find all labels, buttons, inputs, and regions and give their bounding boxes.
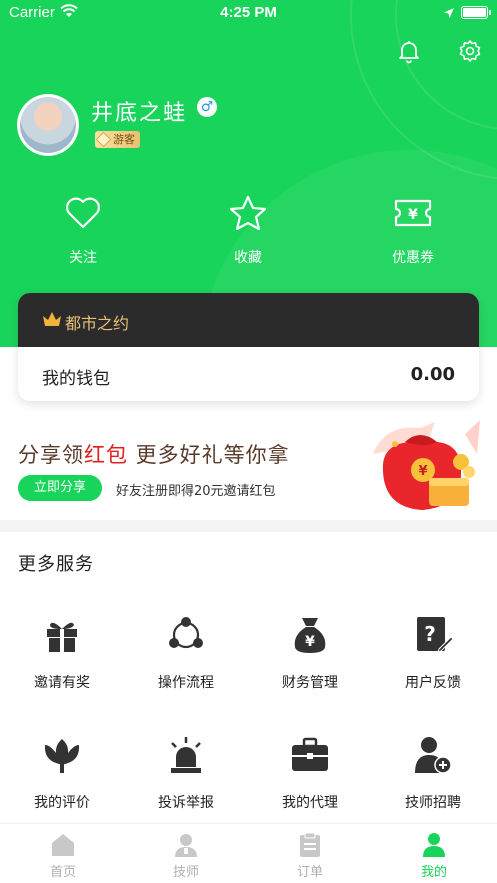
status-bar: Carrier 4:25 PM	[0, 0, 497, 26]
diamond-icon	[95, 131, 112, 148]
profile-icon	[423, 833, 445, 857]
service-label: 投诉举报	[158, 795, 214, 811]
follow-button[interactable]: 关注	[28, 195, 138, 267]
tab-home[interactable]: 首页	[23, 832, 103, 880]
briefcase-icon	[292, 737, 328, 771]
gender-male-icon: ♂	[197, 97, 217, 117]
service-invite-rewards[interactable]: 邀请有奖	[12, 615, 112, 692]
favorites-button[interactable]: 收藏	[193, 195, 303, 267]
username: 井底之蛙	[91, 101, 188, 126]
service-process[interactable]: 操作流程	[136, 615, 236, 692]
service-label: 用户反馈	[405, 675, 461, 691]
service-recruit[interactable]: 技师招聘	[383, 735, 483, 812]
alarm-icon	[171, 737, 201, 773]
order-icon	[300, 832, 320, 857]
settings-icon[interactable]	[457, 38, 483, 64]
heart-icon	[66, 197, 100, 229]
promo-subtitle: 好友注册即得20元邀请红包	[116, 484, 276, 499]
tab-label: 技师	[172, 865, 199, 880]
follow-label: 关注	[69, 250, 97, 266]
clock: 4:25 PM	[220, 4, 277, 21]
coupons-button[interactable]: ¥ 优惠券	[358, 195, 468, 267]
favorites-label: 收藏	[234, 250, 262, 266]
svg-text:¥: ¥	[408, 207, 418, 223]
tab-label: 我的	[420, 865, 447, 880]
star-icon	[229, 195, 267, 231]
service-label: 技师招聘	[405, 795, 461, 811]
location-arrow-icon	[443, 5, 455, 23]
membership-banner: 都市之约	[18, 293, 479, 347]
tab-bar: 首页 技师 订单 我的	[0, 823, 497, 883]
svg-text:?: ?	[424, 622, 436, 646]
promo-title-part1: 分享领	[18, 443, 84, 467]
technician-icon	[175, 834, 197, 857]
avatar-photo	[20, 97, 76, 153]
money-bag-icon: ¥	[294, 618, 326, 653]
service-label: 邀请有奖	[34, 675, 90, 691]
brand-name: 都市之约	[65, 314, 130, 333]
coupon-icon: ¥	[394, 199, 432, 227]
service-complaint[interactable]: 投诉举报	[136, 735, 236, 812]
service-finance[interactable]: ¥ 财务管理	[260, 615, 360, 692]
service-label: 操作流程	[158, 675, 214, 691]
tab-technician[interactable]: 技师	[146, 832, 226, 880]
red-envelope-illustration: ¥	[373, 420, 480, 510]
service-my-reviews[interactable]: 我的评价	[12, 735, 112, 812]
wallet-label: 我的钱包	[42, 369, 110, 389]
level-badge-label: 游客	[113, 133, 135, 146]
services-title: 更多服务	[18, 554, 94, 575]
feedback-icon: ?	[417, 617, 453, 653]
flower-icon	[44, 739, 80, 773]
gift-icon	[47, 622, 77, 652]
home-icon	[52, 834, 74, 856]
avatar[interactable]	[17, 94, 79, 156]
share-promo-banner[interactable]: 分享领红包 更多好礼等你拿 立即分享 好友注册即得20元邀请红包 ¥	[0, 412, 497, 520]
service-label: 我的评价	[34, 795, 90, 811]
process-icon	[169, 617, 203, 649]
section-divider	[0, 520, 497, 532]
tab-profile[interactable]: 我的	[394, 832, 474, 880]
tab-orders[interactable]: 订单	[270, 832, 350, 880]
level-badge: 游客	[95, 131, 140, 148]
bell-icon[interactable]	[396, 38, 422, 64]
service-feedback[interactable]: ? 用户反馈	[383, 615, 483, 692]
svg-text:¥: ¥	[418, 464, 427, 479]
wallet-card[interactable]: 都市之约 我的钱包 0.00	[18, 293, 479, 401]
promo-title-highlight: 红包	[84, 443, 128, 467]
share-now-button[interactable]: 立即分享	[18, 475, 102, 501]
service-label: 财务管理	[282, 675, 338, 691]
svg-text:¥: ¥	[305, 634, 315, 650]
wallet-row[interactable]: 我的钱包 0.00	[18, 347, 479, 401]
promo-title: 分享领红包 更多好礼等你拿	[18, 439, 290, 469]
coupons-label: 优惠券	[392, 250, 434, 266]
crown-icon	[43, 312, 61, 326]
tab-label: 首页	[49, 865, 76, 880]
service-label: 我的代理	[282, 795, 338, 811]
service-my-agency[interactable]: 我的代理	[260, 735, 360, 812]
battery-icon	[461, 6, 491, 19]
promo-title-part2: 更多好礼等你拿	[128, 443, 290, 467]
wallet-balance: 0.00	[410, 364, 455, 385]
tab-label: 订单	[296, 865, 323, 880]
add-user-icon	[415, 737, 452, 774]
